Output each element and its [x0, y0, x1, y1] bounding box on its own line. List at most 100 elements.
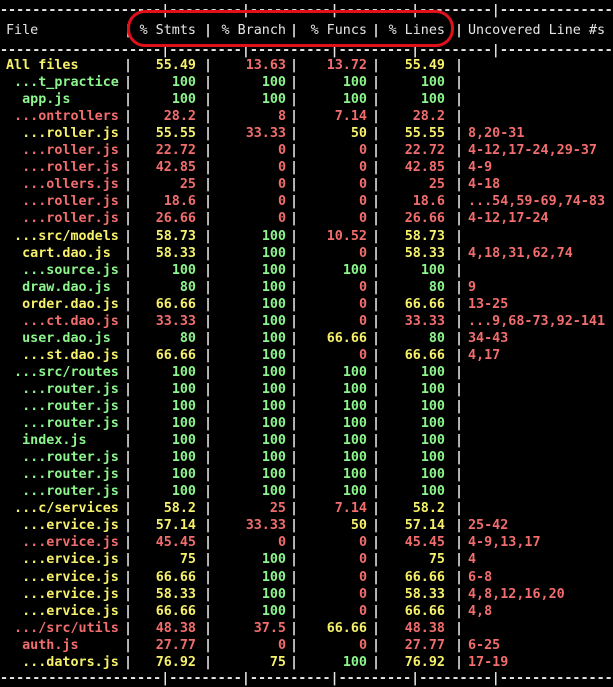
cell-branch: 100 [261, 416, 286, 432]
table-row: ...ervice.js | 66.66 | 100 | 0 | 66.66 | 6-8 [0, 569, 613, 586]
cell-branch: 100 [261, 586, 286, 602]
cell-funcs: 0 [358, 552, 367, 568]
cell-lines: 22.72 [404, 143, 445, 159]
cell-funcs: 10.52 [326, 228, 367, 244]
table-row: ...roller.js | 26.66 | 0 | 0 | 26.66 | 4-12,17-24 [0, 210, 613, 227]
cell-lines: 100 [420, 262, 445, 278]
cell-branch: 100 [261, 313, 286, 329]
table-row: index.js | 100 | 100 | 100 | 100 | [0, 432, 613, 449]
cell-uncovered: 4,8 [468, 603, 493, 619]
cell-file: ...router.js [6, 416, 119, 432]
header-uncovered: Uncovered Line #s [468, 23, 606, 38]
cell-file: ...ervice.js [6, 586, 119, 602]
cell-branch: 0 [277, 143, 286, 159]
table-row: ...src/routes | 100 | 100 | 100 | 100 | [0, 364, 613, 381]
cell-lines: 58.73 [404, 228, 445, 244]
column-separator: | [455, 58, 464, 73]
cell-file: ...roller.js [6, 126, 119, 142]
cell-branch: 0 [277, 211, 286, 227]
cell-branch: 100 [261, 75, 286, 91]
column-separator: | [455, 569, 464, 585]
cell-stmts: 100 [171, 416, 196, 432]
cell-funcs: 0 [358, 211, 367, 227]
cell-file: ...ervice.js [6, 518, 119, 534]
table-row: cart.dao.js | 58.33 | 100 | 0 | 58.33 | 4,18,31,62… [0, 245, 613, 262]
cell-funcs: 100 [342, 450, 367, 466]
cell-funcs: 0 [358, 245, 367, 261]
cell-file: cart.dao.js [6, 245, 111, 261]
cell-stmts: 55.49 [155, 58, 196, 73]
column-separator: | [455, 262, 464, 278]
cell-lines: 66.66 [404, 296, 445, 312]
cell-funcs: 0 [358, 160, 367, 176]
cell-uncovered: 17-19 [468, 654, 509, 670]
cell-uncovered: 4-9 [468, 160, 493, 176]
column-separator: | [455, 467, 464, 483]
cell-lines: 100 [420, 450, 445, 466]
cell-lines: 25 [428, 177, 445, 193]
cell-stmts: 100 [171, 75, 196, 91]
cell-lines: 76.92 [404, 654, 445, 670]
cell-stmts: 80 [179, 330, 196, 346]
cell-uncovered: ...9,68-73,92-141 [468, 313, 606, 329]
column-separator: | [455, 143, 464, 159]
cell-branch: 100 [261, 569, 286, 585]
cell-uncovered [468, 364, 613, 381]
column-separator: | [455, 126, 464, 142]
column-separator: | [455, 92, 464, 108]
cell-stmts: 66.66 [155, 569, 196, 585]
cell-branch: 0 [277, 637, 286, 653]
cell-lines: 100 [420, 433, 445, 449]
cell-branch: 100 [261, 433, 286, 449]
cell-branch: 75 [269, 654, 286, 670]
cell-uncovered [468, 483, 613, 500]
cell-uncovered: 6-25 [468, 637, 501, 653]
cell-file: order.dao.js [6, 296, 119, 312]
cell-stmts: 58.33 [155, 245, 196, 261]
cell-uncovered [468, 74, 613, 91]
table-row: ...router.js | 100 | 100 | 100 | 100 | [0, 466, 613, 483]
cell-funcs: 66.66 [326, 620, 367, 636]
cell-stmts: 66.66 [155, 296, 196, 312]
column-separator: | [455, 109, 464, 125]
table-row: ...ervice.js | 75 | 100 | 0 | 75 | 4 [0, 551, 613, 568]
table-row: user.dao.js | 80 | 100 | 66.66 | 80 | 34-43 [0, 330, 613, 347]
cell-lines: 100 [420, 381, 445, 397]
cell-uncovered [468, 466, 613, 483]
cell-stmts: 25 [179, 177, 196, 193]
cell-stmts: 76.92 [155, 654, 196, 670]
column-separator: | [455, 518, 464, 534]
table-row: ...dators.js | 76.92 | 75 | 100 | 76.92 | 17-19 [0, 654, 613, 671]
cell-funcs: 0 [358, 296, 367, 312]
cell-branch: 100 [261, 296, 286, 312]
table-row: ...router.js | 100 | 100 | 100 | 100 | [0, 398, 613, 415]
cell-uncovered [468, 500, 613, 517]
cell-uncovered: 34-43 [468, 330, 509, 346]
cell-file: ...roller.js [6, 160, 119, 176]
cell-funcs: 100 [342, 364, 367, 380]
cell-funcs: 0 [358, 143, 367, 159]
column-separator: | [455, 160, 464, 176]
cell-funcs: 100 [342, 416, 367, 432]
cell-stmts: 18.6 [163, 194, 196, 210]
column-separator: | [455, 484, 464, 500]
cell-funcs: 0 [358, 313, 367, 329]
cell-file: ...router.js [6, 399, 119, 414]
cell-branch: 8 [277, 109, 286, 125]
cell-uncovered: 8,20-31 [468, 126, 525, 142]
table-row: ...router.js | 100 | 100 | 100 | 100 | [0, 381, 613, 398]
cell-file: ...ervice.js [6, 603, 119, 619]
cell-funcs: 100 [342, 262, 367, 278]
cell-file: ...t_practice [6, 75, 119, 91]
cell-file: ...c/services [6, 501, 119, 517]
cell-uncovered: 4,8,12,16,20 [468, 586, 565, 602]
column-separator: | [455, 75, 464, 91]
table-row: ...roller.js | 22.72 | 0 | 0 | 22.72 | 4-12,17-24,… [0, 142, 613, 159]
cell-funcs: 100 [342, 399, 367, 414]
cell-file: ...roller.js [6, 211, 119, 227]
column-separator: | [455, 637, 464, 653]
cell-lines: 58.2 [412, 501, 445, 517]
column-separator: | [455, 245, 464, 261]
table-row: draw.dao.js | 80 | 100 | 0 | 80 | 9 [0, 279, 613, 296]
cell-branch: 25 [269, 501, 286, 517]
